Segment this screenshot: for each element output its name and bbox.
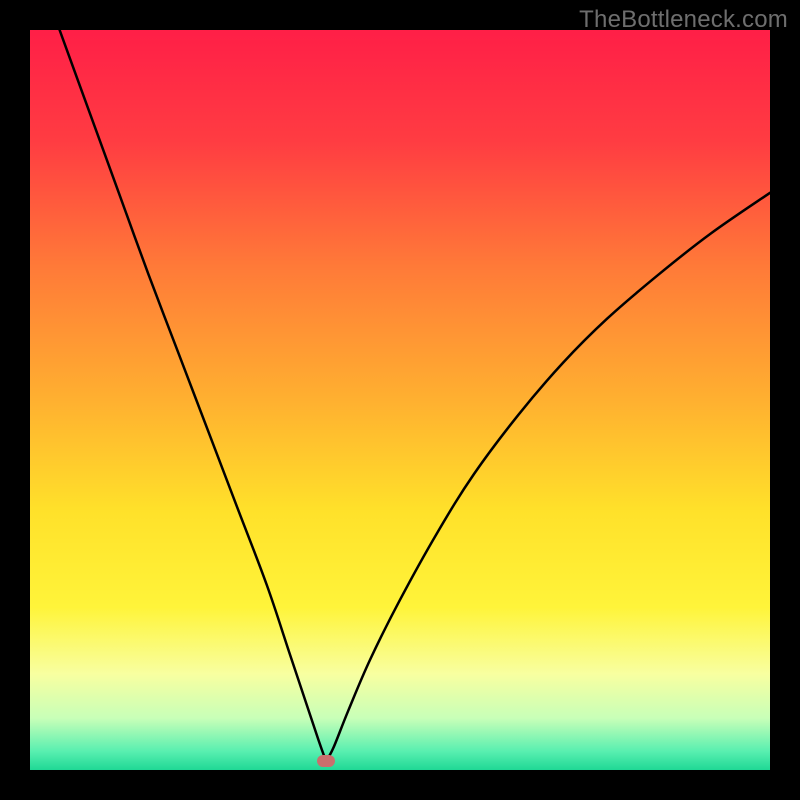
minimum-marker xyxy=(317,755,335,767)
watermark-text: TheBottleneck.com xyxy=(579,6,788,34)
chart-frame: TheBottleneck.com xyxy=(0,0,800,800)
bottleneck-curve xyxy=(30,30,770,770)
plot-area xyxy=(30,30,770,770)
